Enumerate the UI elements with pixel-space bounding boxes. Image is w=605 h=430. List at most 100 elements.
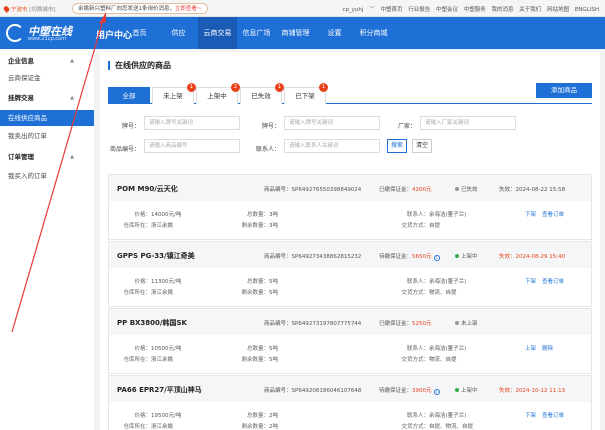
notification-text: 余姚新兴塑料厂向您发送1条询价消息，	[78, 6, 176, 12]
status-badge: 未上架	[455, 319, 478, 327]
top-link-sitemap[interactable]: 网站地图	[547, 7, 569, 13]
nav-item-home[interactable]: 首页	[120, 17, 159, 49]
search-button[interactable]: 搜索	[387, 139, 407, 153]
deposit: 已缴保证金：5250元	[379, 319, 432, 327]
deposit-label: 已缴保证金：	[379, 321, 413, 327]
location[interactable]: 宁波市 [切换城市]	[2, 5, 56, 13]
nav-item-shop-manage[interactable]: 商铺管理	[276, 17, 315, 49]
action-secondary-link[interactable]: 删除	[542, 344, 553, 352]
delivery-label: 交货方式：	[401, 357, 429, 363]
nav-item-points-mall[interactable]: 积分商城	[354, 17, 393, 49]
sidebar-item-online-products[interactable]: 在线供应商品	[0, 110, 94, 126]
product-code-input[interactable]: 请输入商品编号	[144, 139, 240, 153]
chevron-down-icon[interactable]: ﹀	[369, 7, 375, 13]
sidebar-group-listing[interactable]: 挂牌交易 ▲	[0, 90, 94, 107]
nav-item-settings[interactable]: 设置	[315, 17, 354, 49]
tab-all[interactable]: 全部	[108, 87, 150, 104]
remain-value: 5吨	[269, 290, 278, 296]
delivery-method: 交货方式：物流、自提	[389, 355, 457, 363]
total-label: 总数量：	[246, 212, 269, 218]
logo[interactable]: 中塑在线 www.21cp.com	[6, 22, 92, 44]
username[interactable]: cp_yuhj	[342, 7, 363, 13]
location-label: 仓库所在：	[123, 290, 151, 296]
tab-unlisted[interactable]: 未上架 1	[152, 83, 196, 104]
expire-time: 失效：2024-08-29 15:40	[499, 252, 565, 260]
deposit-value: 5250元	[412, 321, 432, 327]
top-link-reports[interactable]: 行业报告	[408, 7, 430, 13]
factory-label: 厂家：	[397, 123, 416, 130]
clear-button[interactable]: 清空	[412, 139, 432, 153]
total-quantity: 总数量：5吨	[239, 344, 278, 352]
product-code: 商品编号：SP649273197807775744	[264, 319, 361, 327]
code-value: SP649273197807775744	[291, 321, 362, 327]
deposit-value: 4200元	[412, 187, 432, 193]
action-primary-link[interactable]: 下架	[525, 277, 536, 285]
sidebar-item-bought-orders[interactable]: 我买入的订单	[0, 168, 94, 184]
status-dot-icon	[455, 187, 459, 191]
code-value: SP649276550398849024	[291, 187, 362, 193]
product-name: PP BX3800/韩国SK	[117, 319, 187, 327]
total-value: 3吨	[269, 212, 278, 218]
action-primary-link[interactable]: 下架	[525, 210, 536, 218]
sidebar-item-deposit[interactable]: 云商保证金	[0, 70, 94, 86]
tab-listed[interactable]: 上架中 2	[196, 83, 240, 104]
sidebar-group-company[interactable]: 企业信息 ▲	[0, 53, 94, 70]
logo-mark-icon	[6, 24, 24, 42]
top-link-about[interactable]: 关于我们	[519, 7, 541, 13]
action-primary-link[interactable]: 下架	[525, 411, 536, 419]
total-quantity: 总数量：2吨	[239, 411, 278, 419]
brand-input[interactable]: 请输入牌号关键词	[284, 116, 380, 130]
top-link-services[interactable]: 中塑服务	[464, 7, 486, 13]
price-label: 价格：	[134, 413, 151, 419]
status-text: 未上架	[461, 321, 478, 327]
tab-label: 上架中	[207, 92, 227, 100]
product-code-label: 商品编号：	[110, 146, 141, 153]
nav-item-info-square[interactable]: 信息广场	[237, 17, 276, 49]
status-badge: 上架中	[455, 386, 478, 394]
status-text: 上架中	[461, 254, 478, 260]
contact-input[interactable]: 请输入联系人关键词	[284, 139, 380, 153]
status-text: 已失效	[461, 187, 478, 193]
expire-label: 失效：	[499, 254, 516, 260]
product-card: PP BX3800/韩国SK 商品编号：SP649273197807775744 已…	[108, 308, 592, 374]
price: 价格：14000元/吨	[127, 210, 181, 218]
info-icon[interactable]: i	[433, 389, 440, 395]
nav-item-cloud-trade[interactable]: 云商交易	[198, 17, 237, 49]
product-name: PA66 EPR27/平顶山神马	[117, 386, 202, 394]
location-pin-icon	[2, 5, 11, 13]
action-secondary-link[interactable]: 查看订单	[542, 210, 564, 218]
warehouse-location: 仓库所在：浙江余姚	[117, 288, 173, 296]
delivery-value: 物流、自提	[429, 357, 457, 363]
contact-value: 余海洁(董子兰)	[429, 212, 467, 218]
total-value: 2吨	[269, 413, 278, 419]
top-link-meetings[interactable]: 中塑会议	[436, 7, 458, 13]
grade-input[interactable]: 请输入牌号关键词	[144, 116, 240, 130]
total-label: 总数量：	[246, 413, 269, 419]
top-link-english[interactable]: ENGLISH	[575, 7, 599, 13]
status-badge: 上架中	[455, 252, 478, 260]
contact-label: 联系人：	[255, 146, 280, 153]
product-card-header: PP BX3800/韩国SK 商品编号：SP649273197807775744 已…	[109, 309, 591, 335]
action-secondary-link[interactable]: 查看订单	[542, 411, 564, 419]
action-primary-link[interactable]: 上架	[525, 344, 536, 352]
delivery-label: 交货方式：	[401, 223, 429, 229]
view-now-link[interactable]: 立即查看~	[175, 6, 202, 12]
city-name: 宁波市	[11, 7, 28, 13]
info-icon[interactable]: i	[433, 255, 440, 261]
location-label: 仓库所在：	[123, 424, 151, 430]
sidebar-group-orders[interactable]: 订单管理 ▲	[0, 149, 94, 166]
switch-city-link[interactable]: [切换城市]	[29, 7, 55, 13]
nav-item-supply[interactable]: 供应	[159, 17, 198, 49]
sidebar-item-sold-orders[interactable]: 我卖出的订单	[0, 128, 94, 144]
factory-input[interactable]: 请输入厂家关键词	[420, 116, 516, 130]
top-link-home[interactable]: 中塑首页	[380, 7, 402, 13]
deposit: 已缴保证金：4200元	[379, 185, 432, 193]
top-link-messages[interactable]: 我的消息	[492, 7, 514, 13]
tab-delisted[interactable]: 已下架 1	[284, 83, 328, 104]
total-quantity: 总数量：3吨	[239, 210, 278, 218]
action-secondary-link[interactable]: 查看订单	[542, 277, 564, 285]
tab-expired[interactable]: 已失效 1	[240, 83, 284, 104]
top-links: cp_yuhj ﹀ 中塑首页 行业报告 中塑会议 中塑服务 我的消息 关于我们 …	[338, 5, 599, 13]
location-value: 浙江余姚	[151, 424, 174, 430]
code-label: 商品编号：	[264, 187, 292, 193]
